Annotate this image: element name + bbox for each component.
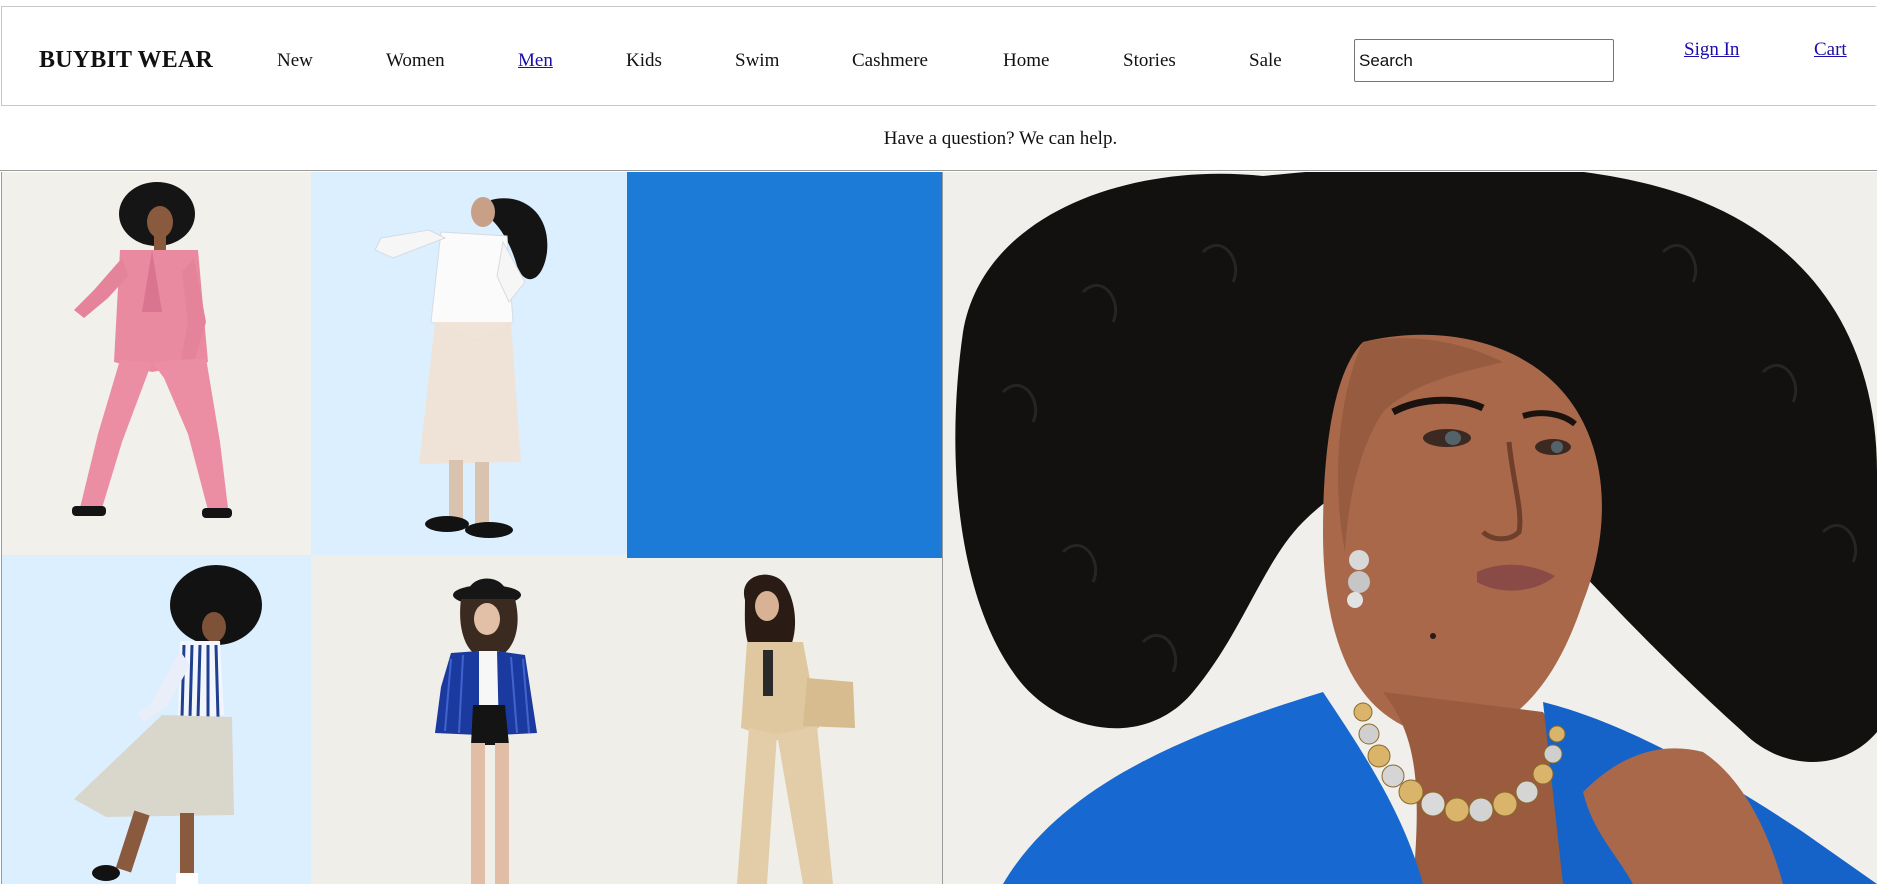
- nav-item-women[interactable]: Women: [386, 50, 445, 72]
- nav-item-new[interactable]: New: [277, 50, 313, 72]
- tile-model-beige-suit[interactable]: [627, 558, 942, 884]
- hero-portrait[interactable]: [943, 172, 1877, 884]
- nav-item-kids[interactable]: Kids: [626, 50, 662, 72]
- tile-model-striped-shirt[interactable]: [2, 555, 311, 884]
- cart-link[interactable]: Cart: [1814, 39, 1847, 61]
- pink-suit-model-image: [72, 182, 232, 518]
- tile-blue-promo-block[interactable]: [627, 172, 942, 558]
- beige-suit-model-image: [737, 574, 855, 884]
- nav-item-home[interactable]: Home: [1003, 50, 1049, 72]
- hero-model-portrait-image: [943, 172, 1877, 884]
- brand-logo[interactable]: BUYBIT WEAR: [39, 47, 213, 74]
- navy-blazer-model-image: [435, 578, 537, 884]
- nav-item-sale[interactable]: Sale: [1249, 50, 1282, 72]
- nav-item-cashmere[interactable]: Cashmere: [852, 50, 928, 72]
- help-bar: Have a question? We can help.: [0, 107, 1877, 171]
- white-blazer-model-image: [374, 197, 548, 538]
- help-text[interactable]: Have a question? We can help.: [62, 128, 1877, 150]
- tile-model-white-blazer[interactable]: [311, 172, 627, 555]
- search-input[interactable]: [1354, 39, 1614, 82]
- product-grid: [1, 172, 943, 884]
- striped-shirt-model-image: [74, 565, 262, 884]
- nav-item-men[interactable]: Men: [518, 50, 553, 72]
- tile-model-navy-blazer[interactable]: [311, 555, 627, 884]
- site-header: BUYBIT WEAR New Women Men Kids Swim Cash…: [1, 6, 1876, 106]
- nav-item-stories[interactable]: Stories: [1123, 50, 1176, 72]
- sign-in-link[interactable]: Sign In: [1684, 39, 1739, 61]
- nav-item-swim[interactable]: Swim: [735, 50, 779, 72]
- tile-model-pink-suit[interactable]: [2, 172, 311, 555]
